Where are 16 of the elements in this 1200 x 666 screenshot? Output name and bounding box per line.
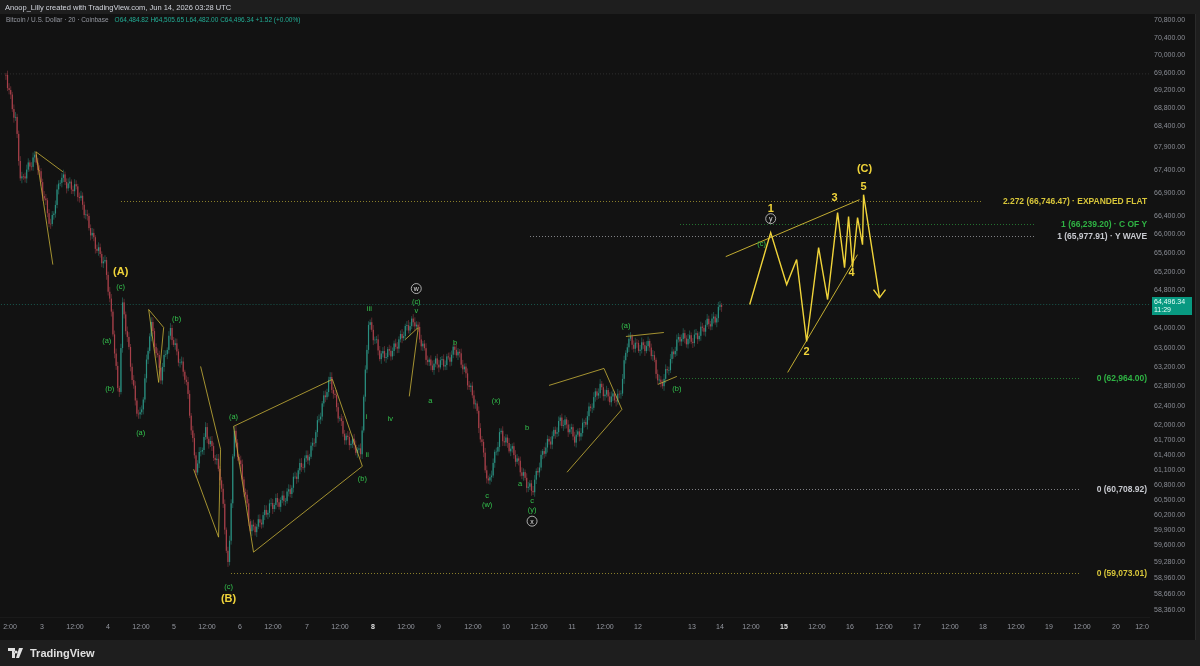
- wave-label: 5: [860, 179, 867, 192]
- wave-label: 2: [803, 345, 810, 358]
- wave-label: 1: [767, 201, 774, 214]
- fib-level-label: 1 (66,239.20) · C OF Y: [1061, 218, 1148, 229]
- fib-level-label: 2.272 (66,746.47) · EXPANDED FLAT: [1002, 195, 1148, 206]
- brand-name: TradingView: [30, 647, 95, 659]
- wave-label: 3: [831, 190, 838, 203]
- wave-label: (B): [220, 592, 237, 605]
- fib-level-label: 0 (59,073.01): [1096, 568, 1148, 579]
- fib-level-label: 0 (60,708.92): [1096, 484, 1148, 495]
- wave-label: (A): [113, 264, 129, 277]
- wave-label: (C): [856, 161, 873, 174]
- fib-level-label: 0 (62,964.00): [1096, 373, 1148, 384]
- wave-label: 4: [848, 265, 855, 278]
- logo-icon: [8, 648, 26, 658]
- fib-level-label: 1 (65,977.91) · Y WAVE: [1057, 230, 1148, 241]
